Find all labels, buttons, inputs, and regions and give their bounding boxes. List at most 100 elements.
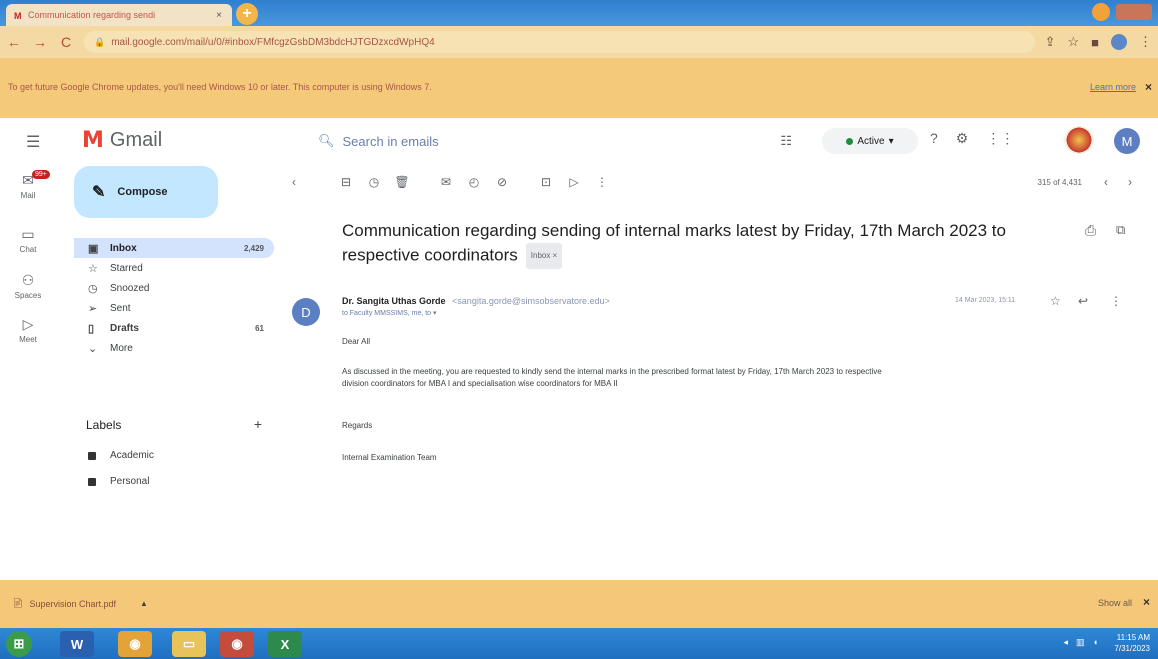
file-explorer-icon[interactable]: ▭ <box>172 631 206 657</box>
label-personal[interactable]: Personal <box>88 476 149 487</box>
main-menu-icon[interactable]: ☰ <box>26 132 40 152</box>
send-icon: ➢ <box>88 302 98 315</box>
infobar-close-icon[interactable]: × <box>1145 80 1152 94</box>
rail-item-mail[interactable]: ✉ 99+ Mail <box>0 170 56 200</box>
browser-profile-avatar[interactable] <box>1111 34 1127 50</box>
rail-item-spaces[interactable]: ⚇ Spaces <box>0 272 56 300</box>
pencil-icon: ✎ <box>92 184 106 201</box>
chevron-down-icon: ⌄ <box>88 342 98 355</box>
search-icon[interactable]: 🔍︎ <box>318 133 335 149</box>
help-icon[interactable]: ? <box>930 130 938 147</box>
left-rail: ✉ 99+ Mail ▭ Chat ⚇ Spaces ▷ Meet <box>0 164 56 584</box>
reply-icon[interactable]: ↩ <box>1078 294 1088 308</box>
sender-avatar[interactable]: D <box>292 298 320 326</box>
share-icon[interactable]: ⇪ <box>1045 34 1056 50</box>
show-all-downloads-link[interactable]: Show all <box>1098 598 1132 608</box>
browser-tab[interactable]: M Communication regarding sendi × <box>6 4 232 26</box>
star-icon[interactable]: ☆ <box>1050 294 1061 308</box>
add-label-icon[interactable]: + <box>254 416 262 432</box>
sender-name[interactable]: Dr. Sangita Uthas Gorde <box>342 296 446 306</box>
excel-app-icon[interactable]: X <box>268 631 302 657</box>
move-to-icon[interactable]: ⊡ <box>532 175 560 189</box>
profile-icon[interactable] <box>1092 3 1110 21</box>
infobar-text: To get future Google Chrome updates, you… <box>8 82 432 92</box>
chevron-up-icon[interactable]: ▲ <box>140 599 148 608</box>
address-bar-icons: ⇪ ☆ ■ ⋮ <box>1045 34 1152 50</box>
system-clock[interactable]: 11:15 AM 7/31/2023 <box>1114 632 1150 654</box>
url-field[interactable]: 🔒 mail.google.com/mail/u/0/#inbox/FMfcgz… <box>84 31 1035 53</box>
browser-menu-icon[interactable]: ⋮ <box>1139 34 1152 50</box>
delete-icon[interactable]: 🗑︎ <box>388 175 416 189</box>
email-signature: Internal Examination Team <box>342 453 437 462</box>
sidebar-item-label: Drafts <box>110 322 139 334</box>
apps-grid-icon[interactable]: ⋮⋮ <box>986 130 1014 147</box>
recipients-line[interactable]: to Faculty MMSSIMS, me, to ▾ <box>342 309 437 317</box>
volume-icon[interactable]: ◖ <box>1093 637 1098 648</box>
sidebar-item-starred[interactable]: ☆ Starred <box>74 258 274 278</box>
tray-arrow-icon[interactable]: ◂ <box>1064 637 1069 648</box>
star-icon: ☆ <box>88 262 98 275</box>
sidebar-item-drafts[interactable]: ▯ Drafts 61 <box>74 318 274 338</box>
label-academic[interactable]: Academic <box>88 450 154 461</box>
label-icon[interactable]: ▷ <box>560 175 588 189</box>
back-button[interactable]: ← <box>6 34 22 50</box>
older-message-icon[interactable]: › <box>1128 175 1132 189</box>
forward-button[interactable]: → <box>32 34 48 50</box>
organization-logo[interactable] <box>1064 126 1094 154</box>
screen: M Communication regarding sendi × + ← → … <box>0 0 1158 659</box>
mail-unread-badge: 99+ <box>32 170 50 179</box>
downloads-bar: 📄︎ Supervision Chart.pdf ▲ Show all × <box>0 580 1158 628</box>
mark-unread-icon[interactable]: ✉ <box>432 175 460 189</box>
labels-title: Labels <box>86 418 122 432</box>
header-icons: ? ⚙ ⋮⋮ <box>930 130 1014 147</box>
add-task-icon[interactable]: ⊘ <box>488 175 516 189</box>
word-app-icon[interactable]: W <box>60 631 94 657</box>
window-control-buttons[interactable] <box>1116 4 1152 20</box>
tab-close-icon[interactable]: × <box>214 10 224 21</box>
sender-email: <sangita.gorde@simsobservatore.edu> <box>452 296 610 306</box>
gmail-logo[interactable]: M Gmail <box>82 128 162 153</box>
drafts-count: 61 <box>255 323 264 333</box>
message-more-icon[interactable]: ⋮ <box>1110 294 1122 308</box>
rail-item-chat[interactable]: ▭ Chat <box>0 226 56 254</box>
network-icon[interactable]: ▥ <box>1076 637 1085 648</box>
sidebar-item-snoozed[interactable]: ◷ Snoozed <box>74 278 274 298</box>
sidebar-item-label: Snoozed <box>110 282 150 294</box>
compose-button[interactable]: ✎ Compose <box>74 166 218 218</box>
open-in-new-window-icon[interactable]: ⧉ <box>1116 222 1125 238</box>
newer-message-icon[interactable]: ‹ <box>1104 175 1108 189</box>
new-tab-button[interactable]: + <box>236 3 258 25</box>
downloads-close-icon[interactable]: × <box>1143 595 1150 609</box>
search-options-icon[interactable]: ☷ <box>780 133 792 149</box>
download-item[interactable]: 📄︎ Supervision Chart.pdf ▲ <box>12 598 148 609</box>
status-dropdown[interactable]: Active ▾ <box>822 128 918 154</box>
search-box[interactable]: 🔍︎ Search in emails ☷ <box>308 124 806 158</box>
more-options-icon[interactable]: ⋮ <box>588 175 616 189</box>
start-button[interactable]: ⊞ <box>6 631 32 657</box>
settings-gear-icon[interactable]: ⚙ <box>956 130 969 147</box>
report-spam-icon[interactable]: ◷ <box>360 175 388 189</box>
archive-icon[interactable]: ⊟ <box>332 175 360 189</box>
learn-more-link[interactable]: Learn more <box>1090 82 1136 92</box>
chrome-window-icon[interactable]: ◉ <box>220 631 254 657</box>
sidebar-item-more[interactable]: ⌄ More <box>74 338 274 358</box>
chrome-app-icon[interactable]: ◉ <box>118 631 152 657</box>
extension-icon[interactable]: ■ <box>1091 35 1099 50</box>
label-name: Academic <box>110 450 154 461</box>
sidebar-item-label: Inbox <box>110 242 137 254</box>
back-to-inbox-icon[interactable]: ‹ <box>292 175 332 189</box>
page-info: 315 of 4,431 <box>1037 177 1082 187</box>
sidebar-item-label: Sent <box>110 302 131 314</box>
bookmark-star-icon[interactable]: ☆ <box>1067 34 1079 50</box>
rail-item-meet[interactable]: ▷ Meet <box>0 316 56 344</box>
sidebar-item-inbox[interactable]: ▣ Inbox 2,429 <box>74 238 274 258</box>
sidebar-item-sent[interactable]: ➢ Sent <box>74 298 274 318</box>
account-avatar[interactable]: M <box>1114 128 1140 154</box>
search-input[interactable]: Search in emails <box>343 134 439 149</box>
sidebar-nav: ▣ Inbox 2,429 ☆ Starred ◷ Snoozed ➢ Sent… <box>74 238 274 358</box>
inbox-label-chip[interactable]: Inbox × <box>525 243 563 269</box>
snooze-icon[interactable]: ◴ <box>460 175 488 189</box>
system-tray: ◂ ▥ ◖ <box>1064 637 1098 648</box>
print-icon[interactable]: ⎙ <box>1085 222 1096 239</box>
reload-button[interactable]: C <box>58 34 74 50</box>
